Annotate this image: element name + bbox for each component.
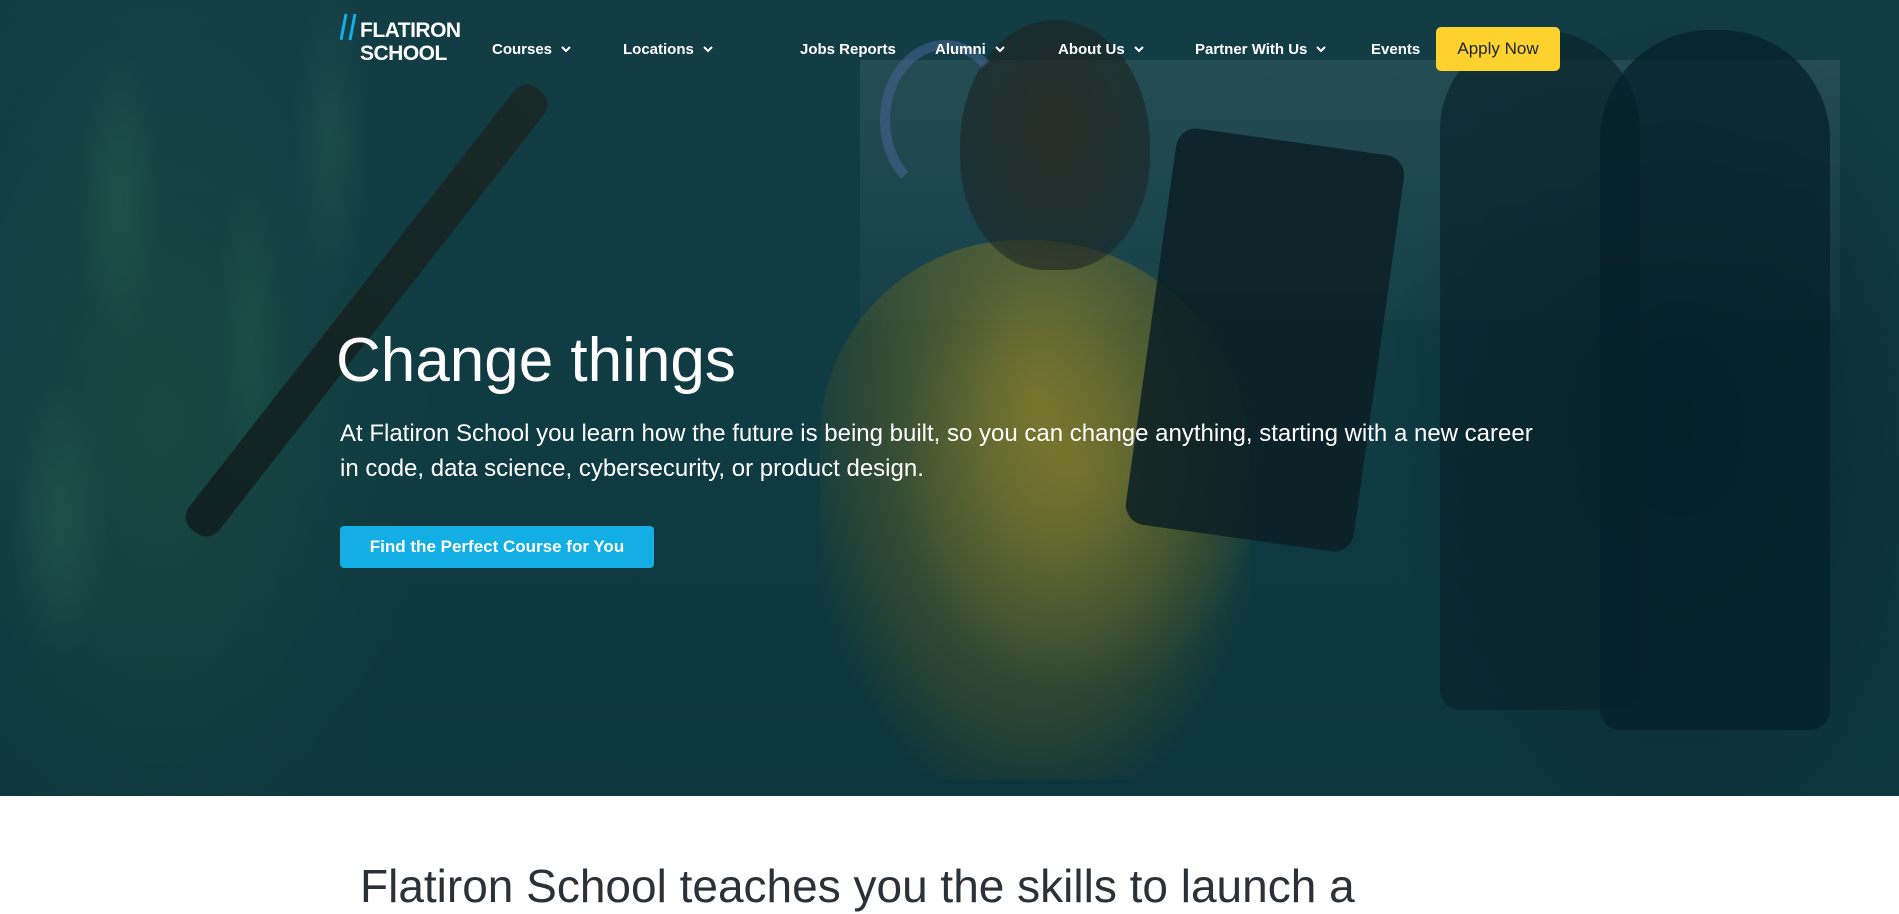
hero-background-window bbox=[860, 60, 1840, 320]
logo-text-line1: FLATIRON bbox=[360, 19, 461, 42]
nav-item-events[interactable]: Events bbox=[1371, 38, 1420, 60]
hero-section: Change things At Flatiron School you lea… bbox=[0, 0, 1899, 796]
nav-item-about-us[interactable]: About Us bbox=[1058, 38, 1145, 60]
nav-item-label: Partner With Us bbox=[1195, 40, 1308, 58]
nav-item-label: Events bbox=[1371, 40, 1421, 58]
chevron-down-icon bbox=[703, 46, 713, 53]
nav-item-label: Alumni bbox=[935, 40, 986, 58]
chevron-down-icon bbox=[1316, 46, 1327, 53]
find-course-button[interactable]: Find the Perfect Course for You bbox=[340, 526, 654, 568]
chevron-down-icon bbox=[995, 46, 1005, 53]
nav-item-courses[interactable]: Courses bbox=[492, 38, 572, 60]
apply-now-button[interactable]: Apply Now bbox=[1436, 27, 1560, 71]
nav-item-jobs-reports[interactable]: Jobs Reports bbox=[800, 38, 896, 60]
hero-background-chair bbox=[1440, 30, 1640, 710]
hero-title: Change things bbox=[336, 326, 736, 395]
chevron-down-icon bbox=[561, 46, 571, 53]
nav-item-partner-with-us[interactable]: Partner With Us bbox=[1195, 38, 1327, 60]
flatiron-logo[interactable]: FLATIRON SCHOOL bbox=[340, 13, 461, 65]
logo-text-line2: SCHOOL bbox=[360, 42, 447, 65]
site-header: FLATIRON SCHOOL Courses Locations Jobs R… bbox=[0, 0, 1899, 96]
hero-background-chair bbox=[1600, 30, 1830, 730]
logo-slashes-icon bbox=[340, 13, 357, 41]
nav-item-label: Locations bbox=[623, 40, 694, 58]
nav-item-label: About Us bbox=[1058, 40, 1125, 58]
nav-item-label: Courses bbox=[492, 40, 553, 58]
hero-subtitle: At Flatiron School you learn how the fut… bbox=[340, 420, 1533, 482]
hero-background-laptop bbox=[1123, 125, 1407, 555]
hero-background-person bbox=[820, 240, 1250, 780]
nav-item-alumni[interactable]: Alumni bbox=[935, 38, 1006, 60]
intro-heading: Flatiron School teaches you the skills t… bbox=[360, 860, 1355, 912]
chevron-down-icon bbox=[1133, 46, 1144, 53]
nav-item-label: Jobs Reports bbox=[800, 40, 896, 58]
nav-item-locations[interactable]: Locations bbox=[623, 38, 714, 60]
